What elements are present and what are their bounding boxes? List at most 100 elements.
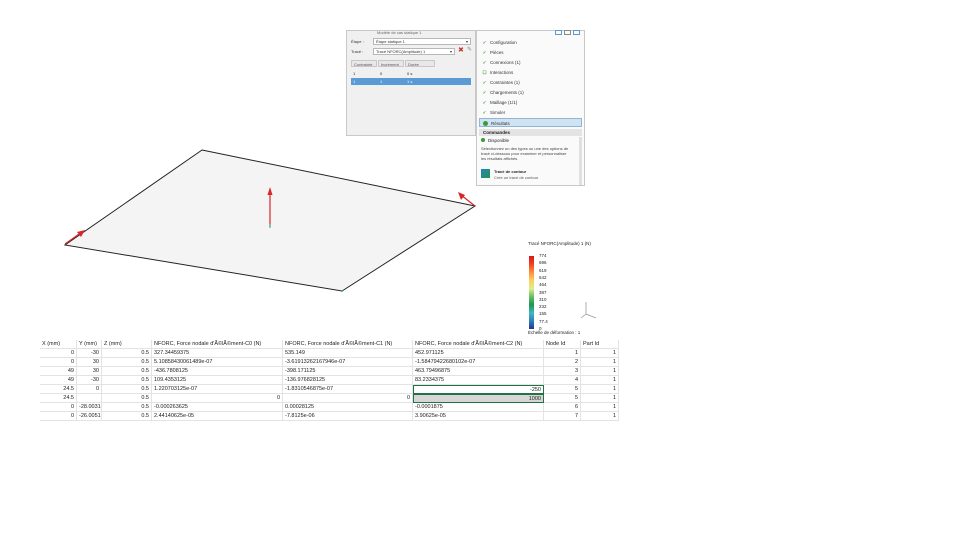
table-cell[interactable]: -398.171125 bbox=[283, 367, 413, 376]
column-header[interactable]: Y (mm) bbox=[77, 340, 102, 349]
table-cell[interactable]: 0 bbox=[40, 403, 77, 412]
table-cell[interactable]: -1.8310546875e-07 bbox=[283, 385, 413, 394]
table-cell[interactable]: -30 bbox=[77, 376, 102, 385]
workflow-item-contraintes[interactable]: ✓ Contraintes (1) bbox=[479, 78, 582, 87]
table-cell[interactable]: 463.79496875 bbox=[413, 367, 544, 376]
workflow-item-configuration[interactable]: ✓ Configuration bbox=[479, 38, 582, 47]
table-cell[interactable]: 24.5 bbox=[40, 394, 77, 403]
column-header[interactable]: Node Id bbox=[544, 340, 581, 349]
table-cell[interactable]: -250 bbox=[413, 385, 544, 394]
model-viewport[interactable] bbox=[55, 140, 485, 300]
table-cell[interactable]: 0.5 bbox=[102, 412, 152, 421]
workflow-item-label: Interactions bbox=[490, 70, 514, 75]
table-cell[interactable]: 0 bbox=[40, 412, 77, 421]
table-cell[interactable]: 2.44140625e-05 bbox=[152, 412, 283, 421]
column-header[interactable]: Z (mm) bbox=[102, 340, 152, 349]
table-cell[interactable]: 0 bbox=[40, 349, 77, 358]
table-cell[interactable]: 452.971125 bbox=[413, 349, 544, 358]
table-cell[interactable]: 1 bbox=[581, 412, 619, 421]
table-cell[interactable]: 0 bbox=[152, 394, 283, 403]
trace-label: Tracé : bbox=[351, 49, 364, 54]
settings-icon[interactable]: ✖ bbox=[458, 47, 464, 54]
table-cell[interactable]: -30 bbox=[77, 349, 102, 358]
table-cell[interactable]: 0.00028125 bbox=[283, 403, 413, 412]
edit-icon[interactable]: ✎ bbox=[467, 47, 472, 54]
workflow-item-simuler[interactable]: ✓ Simuler bbox=[479, 108, 582, 117]
table-cell[interactable]: 0.5 bbox=[102, 385, 152, 394]
trace-select[interactable]: Tracé NFORC(Amplitude) 1 ▾ bbox=[373, 48, 455, 55]
cell: 1 s bbox=[407, 79, 413, 84]
check-icon: ✓ bbox=[482, 40, 487, 45]
table-cell[interactable]: 1 bbox=[581, 376, 619, 385]
view-icon[interactable] bbox=[573, 30, 580, 35]
table-cell[interactable]: -136.976828125 bbox=[283, 376, 413, 385]
contour-title[interactable]: Tracé de contour bbox=[494, 169, 526, 174]
table-cell[interactable]: 4 bbox=[544, 376, 581, 385]
etape-select[interactable]: Étape statique 1 ▾ bbox=[373, 38, 471, 45]
table-cell[interactable]: 0.5 bbox=[102, 403, 152, 412]
table-cell[interactable]: 6 bbox=[544, 403, 581, 412]
table-cell[interactable]: -3.61913262167946e-07 bbox=[283, 358, 413, 367]
table-cell[interactable]: -26.0051994 bbox=[77, 412, 102, 421]
table-cell[interactable]: 0 bbox=[283, 394, 413, 403]
table-cell[interactable]: 1 bbox=[581, 394, 619, 403]
view-icon[interactable] bbox=[564, 30, 571, 35]
workflow-item-pieces[interactable]: ✓ Pièces bbox=[479, 48, 582, 57]
table-cell[interactable]: 1 bbox=[581, 367, 619, 376]
table-cell[interactable]: 327.34459375 bbox=[152, 349, 283, 358]
table-cell[interactable]: 109.4353125 bbox=[152, 376, 283, 385]
step-row[interactable]: 1 0 0 s bbox=[351, 70, 467, 77]
table-cell[interactable]: 1 bbox=[581, 349, 619, 358]
table-cell[interactable]: 5 bbox=[544, 385, 581, 394]
table-cell[interactable]: 0.5 bbox=[102, 376, 152, 385]
table-cell[interactable]: 1 bbox=[581, 385, 619, 394]
table-cell[interactable]: 5.10858430061489e-07 bbox=[152, 358, 283, 367]
table-cell[interactable]: 3.90625e-05 bbox=[413, 412, 544, 421]
table-cell[interactable]: 30 bbox=[77, 367, 102, 376]
workflow-item-resultats[interactable]: Résultats bbox=[479, 118, 582, 127]
table-cell[interactable]: -436.7808125 bbox=[152, 367, 283, 376]
legend-tick-label: 310 bbox=[539, 296, 547, 302]
table-cell[interactable]: 1 bbox=[581, 403, 619, 412]
table-cell[interactable]: 0 bbox=[40, 358, 77, 367]
table-cell[interactable] bbox=[77, 394, 102, 403]
table-cell[interactable]: 1000 bbox=[413, 394, 544, 403]
table-cell[interactable]: 0.5 bbox=[102, 394, 152, 403]
table-cell[interactable]: 1 bbox=[544, 349, 581, 358]
column-header[interactable]: NFORC, Force nodale d'Ã©lÃ©ment-C1 (N) bbox=[283, 340, 413, 349]
table-cell[interactable]: 0.5 bbox=[102, 367, 152, 376]
column-header[interactable]: Part Id bbox=[581, 340, 619, 349]
table-cell[interactable]: 30 bbox=[77, 358, 102, 367]
table-cell[interactable]: -0.000263625 bbox=[152, 403, 283, 412]
table-cell[interactable]: 49 bbox=[40, 367, 77, 376]
table-cell[interactable]: 1 bbox=[581, 358, 619, 367]
table-cell[interactable]: -28.0031414 bbox=[77, 403, 102, 412]
table-cell[interactable]: 1.220703125e-07 bbox=[152, 385, 283, 394]
table-cell[interactable]: -0.0001875 bbox=[413, 403, 544, 412]
table-cell[interactable]: 5 bbox=[544, 394, 581, 403]
view-icon[interactable] bbox=[555, 30, 562, 35]
table-cell[interactable]: 535.149 bbox=[283, 349, 413, 358]
table-cell[interactable]: 0 bbox=[77, 385, 102, 394]
table-cell[interactable]: -7.8125e-06 bbox=[283, 412, 413, 421]
workflow-item-maillage[interactable]: ✓ Maillage (1/1) bbox=[479, 98, 582, 107]
table-cell[interactable]: 3 bbox=[544, 367, 581, 376]
table-cell[interactable]: 0.5 bbox=[102, 358, 152, 367]
chevron-down-icon: ▾ bbox=[449, 49, 452, 54]
step-row-selected[interactable]: 1 1 1 s bbox=[351, 78, 471, 85]
cell: 1 bbox=[353, 79, 356, 84]
column-header[interactable]: X (mm) bbox=[40, 340, 77, 349]
column-header[interactable]: NFORC, Force nodale d'Ã©lÃ©ment-C0 (N) bbox=[152, 340, 283, 349]
table-cell[interactable]: 0.5 bbox=[102, 349, 152, 358]
table-cell[interactable]: 7 bbox=[544, 412, 581, 421]
workflow-item-chargements[interactable]: ✓ Chargements (1) bbox=[479, 88, 582, 97]
scrollbar[interactable] bbox=[579, 137, 582, 185]
column-header[interactable]: NFORC, Force nodale d'Ã©lÃ©ment-C2 (N) bbox=[413, 340, 544, 349]
table-cell[interactable]: 83.2334375 bbox=[413, 376, 544, 385]
table-cell[interactable]: 24.5 bbox=[40, 385, 77, 394]
workflow-item-connexions[interactable]: ✓ Connexions (1) bbox=[479, 58, 582, 67]
table-cell[interactable]: -1.58479422680102e-07 bbox=[413, 358, 544, 367]
table-cell[interactable]: 49 bbox=[40, 376, 77, 385]
workflow-item-interactions[interactable]: ☐ Interactions bbox=[479, 68, 582, 77]
table-cell[interactable]: 2 bbox=[544, 358, 581, 367]
